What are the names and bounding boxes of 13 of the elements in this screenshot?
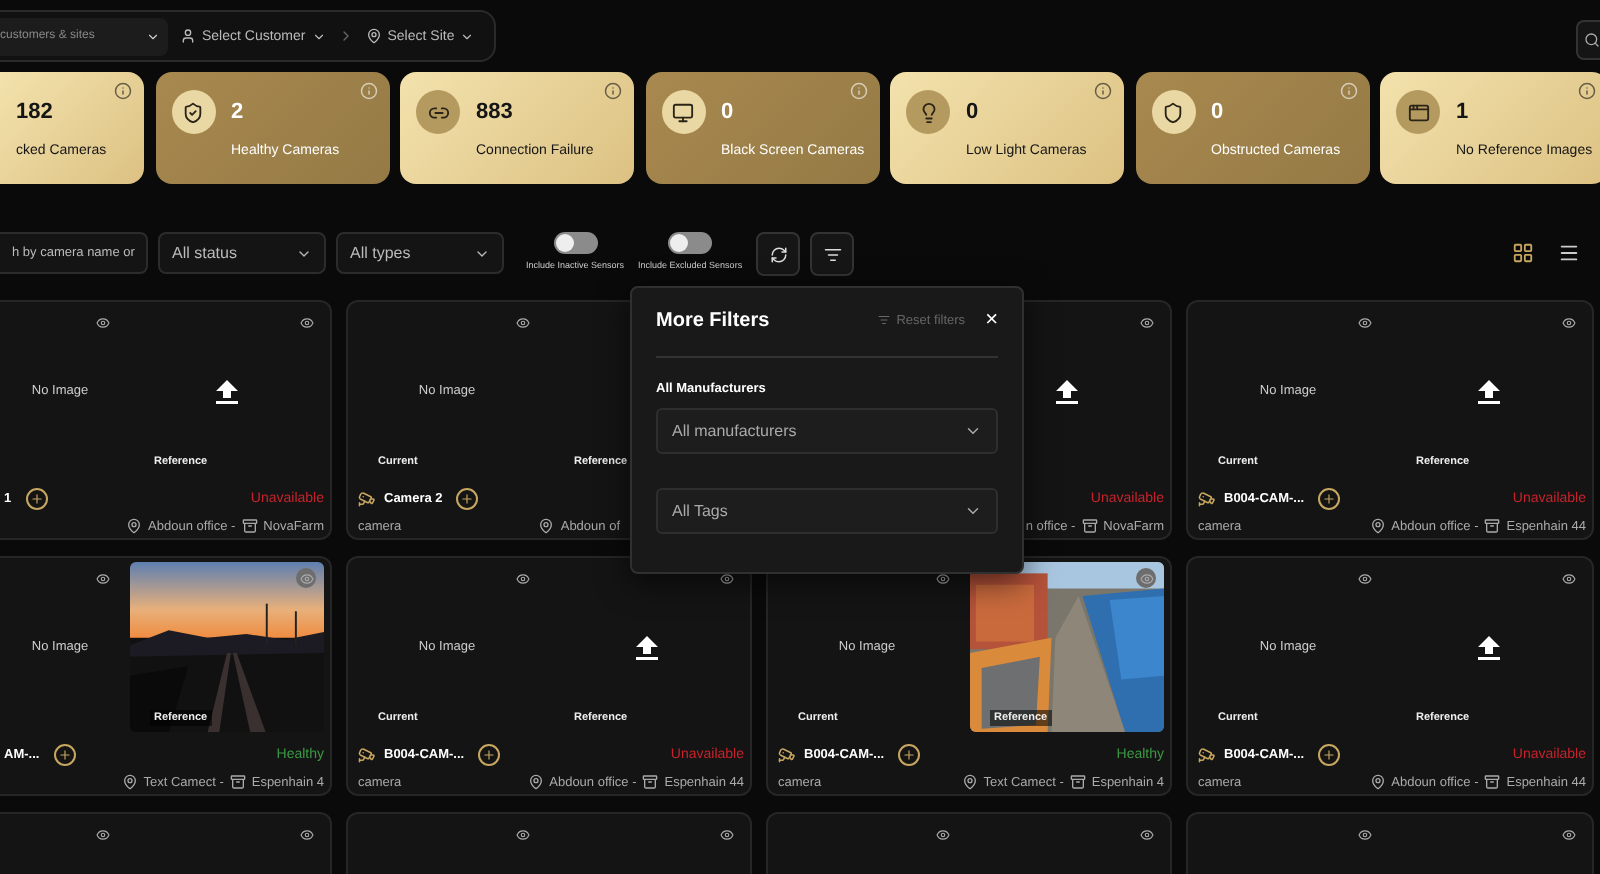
stat-value: 0 — [721, 100, 736, 124]
stat-value: 182 — [16, 100, 55, 124]
stat-value: 0 — [966, 100, 981, 124]
stat-value: 1 — [1456, 100, 1471, 124]
stat-value: 2 — [231, 100, 246, 124]
tags-select[interactable]: All Tags — [656, 488, 998, 534]
stat-value: 883 — [476, 100, 515, 124]
manufacturer-select[interactable]: All manufacturers — [656, 408, 998, 454]
status-select[interactable]: All status — [158, 232, 326, 274]
types-select[interactable]: All types — [336, 232, 504, 274]
stat-value: 0 — [1211, 100, 1226, 124]
popup-title: More Filters — [656, 309, 770, 331]
close-button[interactable]: × — [985, 308, 998, 332]
